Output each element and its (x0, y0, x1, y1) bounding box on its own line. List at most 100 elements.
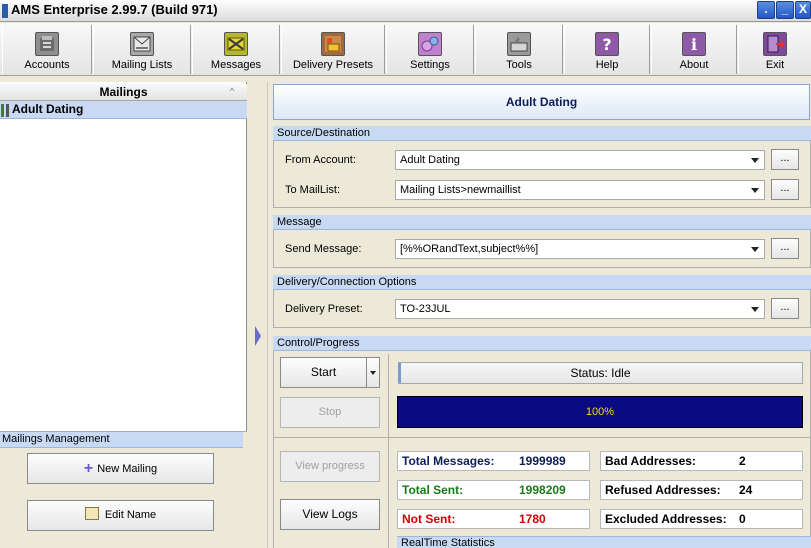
excluded-addresses-label: Excluded Addresses: (605, 512, 727, 526)
bad-addresses-value: 2 (739, 454, 746, 468)
collapse-arrow-icon[interactable] (255, 326, 261, 346)
toolbar-tools-button[interactable]: Tools (475, 25, 563, 74)
progress-percent: 100% (585, 406, 615, 418)
exit-icon (763, 32, 787, 56)
stop-button[interactable]: Stop (280, 397, 380, 428)
send-message-browse-button[interactable]: ... (771, 238, 799, 259)
toolbar-messages-button[interactable]: Messages (192, 25, 280, 74)
mailing-item-label: Adult Dating (12, 102, 84, 116)
toolbar-label: Tools (506, 59, 532, 71)
from-account-select[interactable]: Adult Dating (395, 150, 765, 170)
to-maillist-select[interactable]: Mailing Lists>newmaillist (395, 180, 765, 200)
start-options-button[interactable] (366, 357, 380, 388)
toolbar-label: Delivery Presets (292, 59, 374, 71)
chevron-down-icon (370, 371, 376, 375)
control-progress-header: Control/Progress (273, 336, 811, 351)
bad-addresses-stat: Bad Addresses: 2 (600, 451, 803, 471)
mailing-status-icon (1, 104, 9, 117)
sort-arrow-icon: ^ (230, 86, 235, 96)
mailing-lists-icon (130, 32, 154, 56)
view-logs-button[interactable]: View Logs (280, 499, 380, 530)
status-display: Status: Idle (398, 362, 803, 384)
maximize-button[interactable]: _ (776, 1, 794, 19)
chevron-down-icon (751, 247, 759, 252)
toolbar-label: Accounts (24, 59, 70, 71)
edit-name-button[interactable]: Edit Name (27, 500, 214, 531)
close-button[interactable]: X (795, 1, 811, 19)
divider (388, 354, 389, 548)
divider (274, 437, 811, 438)
refused-addresses-stat: Refused Addresses: 24 (600, 480, 803, 500)
new-mailing-button[interactable]: + New Mailing (27, 453, 214, 484)
app-icon (2, 4, 8, 18)
chevron-down-icon (751, 158, 759, 163)
minimize-button[interactable]: . (757, 1, 775, 19)
source-destination-header: Source/Destination (273, 126, 811, 141)
total-sent-stat: Total Sent: 1998209 (397, 480, 590, 500)
tools-icon (507, 32, 531, 56)
toolbar-label: Exit (765, 59, 785, 71)
window-title: AMS Enterprise 2.99.7 (Build 971) (11, 2, 218, 17)
refused-addresses-value: 24 (739, 483, 753, 497)
toolbar-delivery-presets-button[interactable]: Delivery Presets (281, 25, 385, 74)
to-maillist-browse-button[interactable]: ... (771, 179, 799, 200)
send-message-label: Send Message: (285, 243, 362, 255)
toolbar-label: Settings (410, 59, 450, 71)
excluded-addresses-value: 0 (739, 512, 746, 526)
mailings-column-header[interactable]: Mailings (0, 84, 247, 101)
edit-name-label: Edit Name (104, 509, 157, 521)
from-account-label: From Account: (285, 154, 356, 166)
plus-icon: + (83, 460, 94, 477)
accounts-icon (35, 32, 59, 56)
main-toolbar: Accounts Mailing Lists Messages Delivery… (0, 23, 811, 76)
svg-text:i: i (691, 35, 697, 54)
toolbar-exit-button[interactable]: Exit (738, 25, 811, 74)
toolbar-label: Help (595, 59, 619, 71)
start-button[interactable]: Start (280, 357, 367, 388)
not-sent-stat: Not Sent: 1780 (397, 509, 590, 529)
from-account-browse-button[interactable]: ... (771, 149, 799, 170)
refused-addresses-label: Refused Addresses: (605, 483, 721, 497)
view-progress-button[interactable]: View progress (280, 451, 380, 482)
toolbar-about-button[interactable]: i About (651, 25, 737, 74)
not-sent-value: 1780 (519, 512, 546, 526)
messages-icon (224, 32, 248, 56)
delivery-presets-icon (321, 32, 345, 56)
help-icon: ? (595, 32, 619, 56)
edit-icon (84, 507, 99, 520)
chevron-down-icon (751, 307, 759, 312)
send-message-select[interactable]: [%%ORandText,subject%%] (395, 239, 765, 259)
delivery-preset-label: Delivery Preset: (285, 303, 363, 315)
bad-addresses-label: Bad Addresses: (605, 454, 696, 468)
to-maillist-label: To MailList: (285, 184, 341, 196)
panel-splitter[interactable] (248, 82, 268, 548)
not-sent-label: Not Sent: (402, 512, 456, 526)
excluded-addresses-stat: Excluded Addresses: 0 (600, 509, 803, 529)
send-message-value: [%%ORandText,subject%%] (400, 243, 539, 255)
delivery-preset-value: TO-23JUL (400, 303, 451, 315)
realtime-statistics-header: RealTime Statistics (397, 536, 811, 548)
mailing-title: Adult Dating (273, 84, 810, 120)
status-accent (398, 363, 401, 383)
total-messages-value: 1999989 (519, 454, 566, 468)
toolbar-settings-button[interactable]: Settings (386, 25, 474, 74)
toolbar-mailing-lists-button[interactable]: Mailing Lists (93, 25, 191, 74)
delivery-options-header: Delivery/Connection Options (273, 275, 811, 290)
message-header: Message (273, 215, 811, 230)
to-maillist-value: Mailing Lists>newmaillist (400, 184, 521, 196)
new-mailing-label: New Mailing (97, 463, 158, 475)
mailings-management-header: Mailings Management (0, 432, 243, 448)
toolbar-label: Mailing Lists (111, 59, 173, 71)
svg-text:?: ? (602, 35, 611, 54)
toolbar-help-button[interactable]: ? Help (564, 25, 650, 74)
about-icon: i (682, 32, 706, 56)
total-messages-label: Total Messages: (402, 454, 495, 468)
from-account-value: Adult Dating (400, 154, 460, 166)
delivery-preset-select[interactable]: TO-23JUL (395, 299, 765, 319)
delivery-preset-browse-button[interactable]: ... (771, 298, 799, 319)
total-messages-stat: Total Messages: 1999989 (397, 451, 590, 471)
settings-icon (418, 32, 442, 56)
total-sent-label: Total Sent: (402, 483, 464, 497)
toolbar-accounts-button[interactable]: Accounts (2, 25, 92, 74)
toolbar-label: Messages (210, 59, 262, 71)
